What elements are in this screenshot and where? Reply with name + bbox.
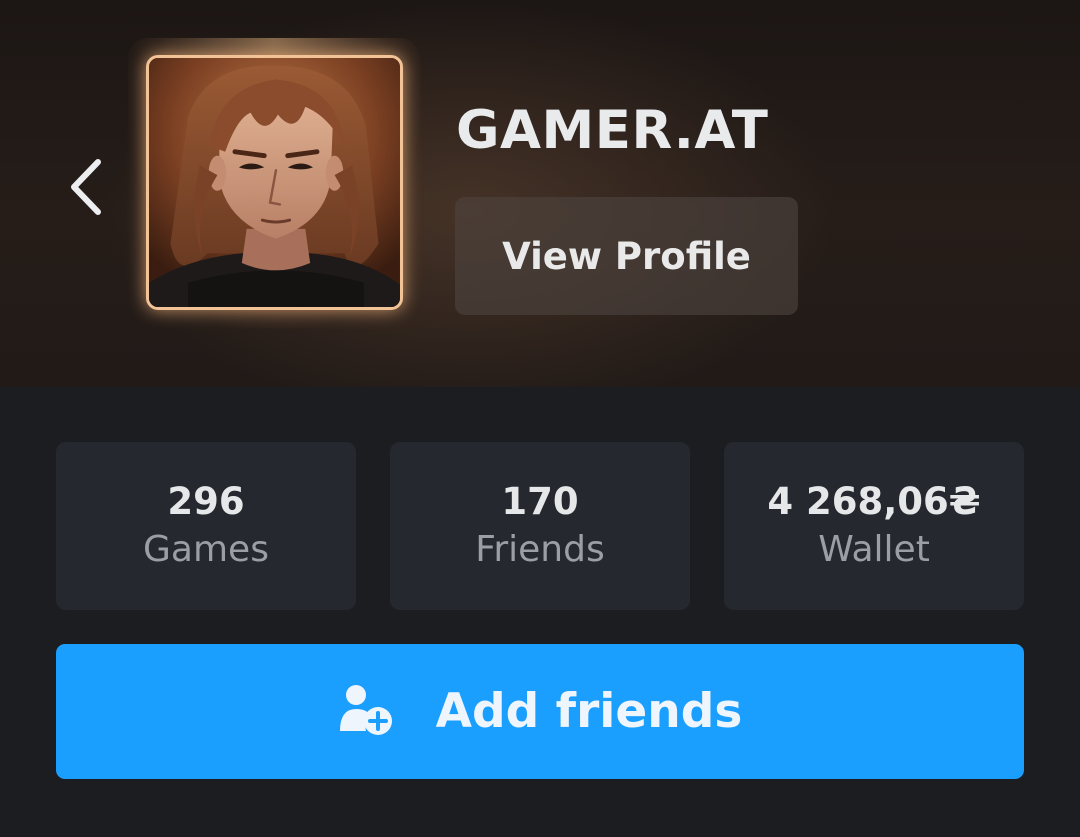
stat-games-value: 296 [167, 480, 245, 523]
username: GAMER.AT [456, 100, 769, 161]
add-user-icon [339, 684, 392, 735]
profile-header: GAMER.AT View Profile [0, 0, 1080, 387]
add-friends-label: Add friends [435, 684, 743, 739]
add-friends-button[interactable]: Add friends [56, 644, 1024, 779]
chevron-left-icon [71, 159, 101, 215]
stat-wallet-value: 4 268,06₴ [767, 480, 981, 523]
stat-wallet-label: Wallet [818, 529, 930, 570]
avatar-image [149, 58, 400, 307]
profile-panel: GAMER.AT View Profile 296 Games 170 Frie… [0, 0, 1080, 837]
stat-games-label: Games [143, 529, 269, 570]
stat-wallet[interactable]: 4 268,06₴ Wallet [724, 442, 1024, 610]
stat-games[interactable]: 296 Games [56, 442, 356, 610]
stat-friends[interactable]: 170 Friends [390, 442, 690, 610]
back-button[interactable] [52, 150, 120, 224]
avatar[interactable] [146, 55, 403, 310]
stat-friends-value: 170 [501, 480, 579, 523]
stat-friends-label: Friends [475, 529, 605, 570]
view-profile-button[interactable]: View Profile [455, 197, 798, 315]
